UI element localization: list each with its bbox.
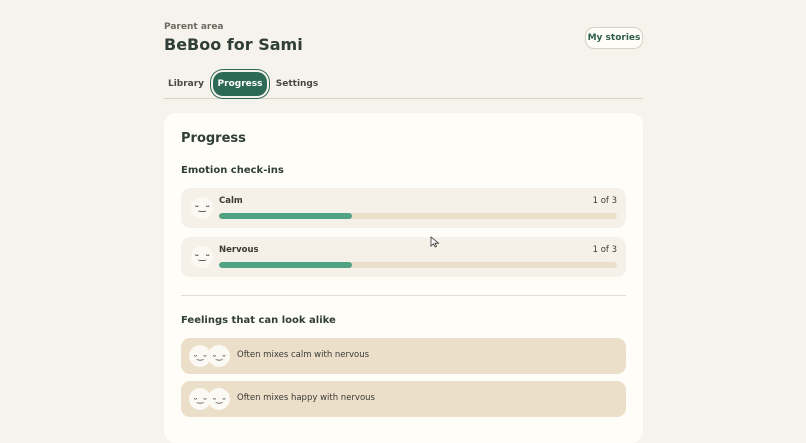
alike-label: Often mixes happy with nervous [237, 393, 375, 403]
mouse-cursor-icon [430, 236, 440, 248]
page-title: BeBoo for Sami [164, 35, 303, 54]
progress-bar-track [219, 213, 617, 219]
progress-bar-track [219, 262, 617, 268]
face-pair-icon: ᵕ‿ᵕ ᵕ‿ᵕ [189, 388, 231, 410]
progress-card: Progress Emotion check-ins ᵕ‿ᵕ Calm 1 of… [164, 113, 643, 443]
my-stories-button[interactable]: My stories [585, 27, 643, 49]
checkin-label: Calm [219, 196, 243, 206]
checkin-label: Nervous [219, 245, 259, 255]
checkin-row-calm: ᵕ‿ᵕ Calm 1 of 3 [181, 188, 626, 228]
tab-library[interactable]: Library [164, 72, 208, 96]
checkin-count: 1 of 3 [592, 245, 617, 255]
alike-item: ᵕ‿ᵕ ᵕ‿ᵕ Often mixes calm with nervous [181, 338, 626, 374]
face-icon: ᵕ‿ᵕ [191, 197, 213, 219]
tab-bar: Library Progress Settings [164, 72, 643, 99]
progress-bar-fill [219, 262, 352, 268]
section-divider [181, 295, 626, 296]
parent-area: Parent area BeBoo for Sami My stories Li… [164, 0, 643, 443]
section-eyebrow: Parent area [164, 22, 224, 32]
progress-bar-fill [219, 213, 352, 219]
alike-heading: Feelings that can look alike [181, 315, 336, 326]
checkin-count: 1 of 3 [592, 196, 617, 206]
face-pair-icon: ᵕ‿ᵕ ᵕ‿ᵕ [189, 345, 231, 367]
face-icon: ᵕ‿ᵕ [208, 388, 230, 410]
alike-label: Often mixes calm with nervous [237, 350, 370, 360]
alike-item: ᵕ‿ᵕ ᵕ‿ᵕ Often mixes happy with nervous [181, 381, 626, 417]
face-icon: ᵕ‿ᵕ [208, 345, 230, 367]
checkins-heading: Emotion check-ins [181, 165, 284, 176]
progress-title: Progress [181, 131, 246, 146]
face-icon: ᵕ‿ᵕ [191, 246, 213, 268]
tab-progress[interactable]: Progress [213, 72, 267, 96]
checkin-row-nervous: ᵕ‿ᵕ Nervous 1 of 3 [181, 237, 626, 277]
tab-settings[interactable]: Settings [274, 72, 320, 96]
